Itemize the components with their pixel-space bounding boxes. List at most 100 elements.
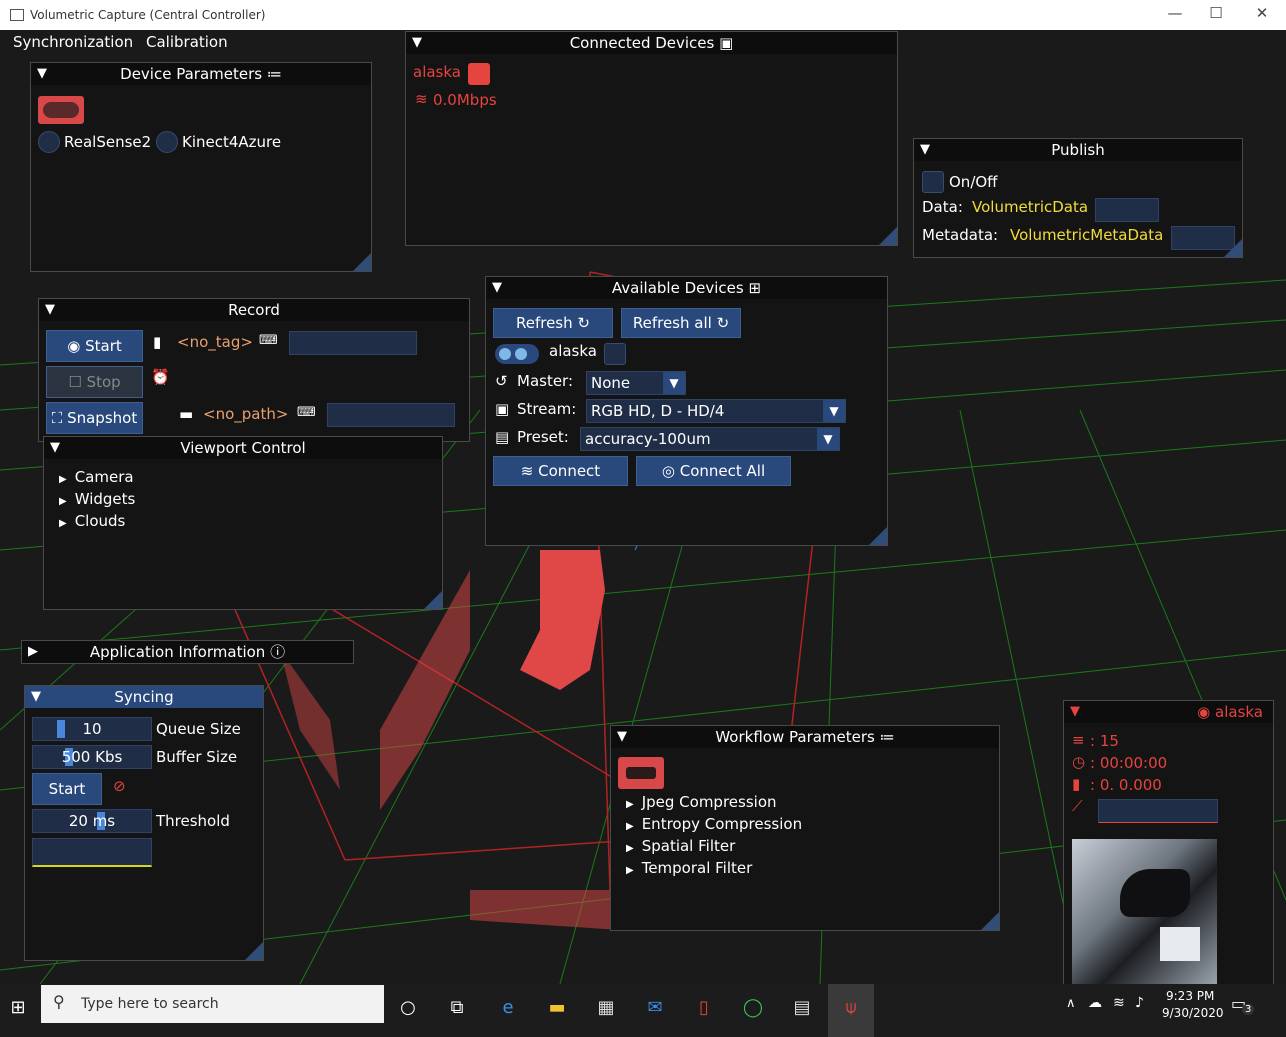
expand-arrow-icon[interactable]: ▶ bbox=[626, 821, 634, 832]
refresh-all-button[interactable]: Refresh all ↻ bbox=[621, 308, 741, 338]
app-window-icon[interactable]: ▤ bbox=[788, 994, 816, 1022]
record-stop-button[interactable]: ☐ Stop bbox=[46, 366, 143, 398]
tree-node-temporal-filter[interactable]: ▶ Temporal Filter bbox=[626, 859, 752, 877]
record-start-button[interactable]: ◉ Start bbox=[46, 330, 143, 362]
device-preview-titlebar[interactable]: ▼ ◉ alaska bbox=[1064, 701, 1273, 723]
stream-select[interactable]: RGB HD, D - HD/4 ▼ bbox=[586, 399, 846, 423]
application-information-titlebar[interactable]: ▶ Application Information ⓘ bbox=[22, 641, 353, 663]
resize-grip[interactable] bbox=[981, 912, 999, 930]
buffer-size-slider[interactable]: 500 Kbs bbox=[32, 745, 152, 769]
collapse-arrow-icon[interactable]: ▼ bbox=[37, 63, 47, 85]
available-devices-titlebar[interactable]: ▼ Available Devices ⊞ bbox=[486, 277, 887, 299]
publish-panel: ▼ Publish On/Off Data: VolumetricData Me… bbox=[913, 138, 1243, 258]
close-button[interactable]: ✕ bbox=[1242, 4, 1282, 22]
keyboard-icon[interactable]: ⌨ bbox=[259, 333, 278, 348]
record-titlebar[interactable]: ▼ Record bbox=[39, 299, 469, 321]
task-view-icon[interactable]: ⧉ bbox=[443, 994, 471, 1022]
office-icon[interactable]: ▯ bbox=[690, 994, 718, 1022]
application-information-panel[interactable]: ▶ Application Information ⓘ bbox=[21, 640, 354, 664]
queue-size-slider[interactable]: 10 bbox=[32, 717, 152, 741]
publish-toggle-checkbox[interactable] bbox=[922, 171, 944, 193]
data-input[interactable] bbox=[1095, 198, 1159, 222]
workflow-parameters-titlebar[interactable]: ▼ Workflow Parameters ≔ bbox=[611, 726, 999, 748]
resize-grip[interactable] bbox=[1224, 239, 1242, 257]
expand-arrow-icon[interactable]: ▶ bbox=[59, 474, 67, 485]
tree-node-spatial-filter[interactable]: ▶ Spatial Filter bbox=[626, 837, 735, 855]
file-explorer-icon[interactable]: ▬ bbox=[543, 994, 571, 1022]
menu-calibration[interactable]: Calibration bbox=[146, 33, 228, 51]
cloud-icon[interactable]: ☁ bbox=[1088, 995, 1102, 1011]
wifi-tray-icon[interactable]: ≋ bbox=[1113, 995, 1125, 1011]
expand-arrow-icon[interactable]: ▶ bbox=[626, 865, 634, 876]
connected-device-name[interactable]: alaska bbox=[413, 63, 461, 81]
connect-button[interactable]: ≋ Connect bbox=[493, 456, 628, 486]
edge-icon[interactable]: e bbox=[494, 994, 522, 1022]
dropdown-arrow-icon[interactable]: ▼ bbox=[817, 428, 839, 450]
taskbar-search-box[interactable]: ⚲ Type here to search bbox=[41, 985, 384, 1023]
preset-select[interactable]: accuracy-100um ▼ bbox=[580, 427, 840, 451]
device-select-checkbox[interactable] bbox=[604, 343, 626, 365]
minimize-button[interactable]: — bbox=[1155, 4, 1195, 22]
alarm-clock-icon[interactable]: ⏰ bbox=[151, 368, 170, 386]
snapshot-button[interactable]: ⛶ Snapshot bbox=[46, 402, 143, 434]
menu-synchronization[interactable]: Synchronization bbox=[13, 33, 133, 51]
resize-grip[interactable] bbox=[869, 527, 887, 545]
mail-icon[interactable]: ✉ bbox=[641, 994, 669, 1022]
slider-thumb[interactable] bbox=[57, 720, 65, 738]
radio-kinect4azure[interactable] bbox=[156, 131, 178, 153]
keyboard-icon[interactable]: ⌨ bbox=[297, 405, 316, 420]
info-icon[interactable]: ⓘ bbox=[270, 643, 285, 661]
device-toggle-switch[interactable] bbox=[495, 344, 539, 364]
connected-devices-titlebar[interactable]: ▼ Connected Devices ▣ bbox=[406, 32, 897, 54]
collapse-arrow-icon[interactable]: ▼ bbox=[492, 277, 502, 299]
dropdown-arrow-icon[interactable]: ▼ bbox=[823, 400, 845, 422]
resize-grip[interactable] bbox=[424, 591, 442, 609]
refresh-button[interactable]: Refresh ↻ bbox=[493, 308, 613, 338]
viewport-control-titlebar[interactable]: ▼ Viewport Control bbox=[44, 437, 442, 459]
syncing-start-button[interactable]: Start bbox=[32, 773, 102, 805]
tree-node-jpeg-compression[interactable]: ▶ Jpeg Compression bbox=[626, 793, 777, 811]
volume-icon[interactable]: ♪ bbox=[1135, 995, 1144, 1011]
whatsapp-icon[interactable]: ◯ bbox=[739, 994, 767, 1022]
clock-date[interactable]: 9/30/2020 bbox=[1162, 1006, 1224, 1020]
resize-grip[interactable] bbox=[245, 942, 263, 960]
master-select[interactable]: None ▼ bbox=[586, 371, 686, 395]
metadata-label: Metadata: bbox=[922, 226, 999, 244]
clock-time[interactable]: 9:23 PM bbox=[1166, 989, 1214, 1003]
publish-titlebar[interactable]: ▼ Publish bbox=[914, 139, 1242, 161]
collapse-arrow-icon[interactable]: ▼ bbox=[45, 299, 55, 321]
tag-input[interactable] bbox=[289, 331, 417, 355]
device-status-indicator[interactable] bbox=[468, 63, 490, 85]
volumetric-capture-icon[interactable]: ⍦ bbox=[837, 994, 865, 1022]
expand-arrow-icon[interactable]: ▶ bbox=[626, 843, 634, 854]
resize-grip[interactable] bbox=[879, 227, 897, 245]
store-icon[interactable]: ▦ bbox=[592, 994, 620, 1022]
collapse-arrow-icon[interactable]: ▼ bbox=[412, 32, 422, 54]
dropdown-arrow-icon[interactable]: ▼ bbox=[663, 372, 685, 394]
collapse-arrow-icon[interactable]: ▼ bbox=[920, 139, 930, 161]
maximize-button[interactable]: ☐ bbox=[1196, 4, 1236, 22]
collapse-arrow-icon[interactable]: ▼ bbox=[31, 686, 41, 708]
collapse-arrow-icon[interactable]: ▼ bbox=[50, 437, 60, 459]
expand-arrow-icon[interactable]: ▶ bbox=[59, 518, 67, 529]
tree-node-widgets[interactable]: ▶ Widgets bbox=[59, 490, 135, 508]
active-app-tile[interactable]: ⍦ bbox=[828, 984, 874, 1037]
device-parameters-titlebar[interactable]: ▼ Device Parameters ≔ bbox=[31, 63, 371, 85]
collapse-arrow-icon[interactable]: ▼ bbox=[1070, 701, 1080, 723]
expand-arrow-icon[interactable]: ▶ bbox=[626, 799, 634, 810]
tree-node-entropy-compression[interactable]: ▶ Entropy Compression bbox=[626, 815, 802, 833]
connect-all-button[interactable]: ◎ Connect All bbox=[636, 456, 791, 486]
collapse-arrow-icon[interactable]: ▼ bbox=[617, 726, 627, 748]
tray-chevron-icon[interactable]: ∧ bbox=[1066, 996, 1076, 1011]
windows-start-icon[interactable]: ⊞ bbox=[4, 994, 32, 1022]
expand-arrow-icon[interactable]: ▶ bbox=[59, 496, 67, 507]
path-input[interactable] bbox=[327, 403, 455, 427]
tree-node-camera[interactable]: ▶ Camera bbox=[59, 468, 134, 486]
tree-node-clouds[interactable]: ▶ Clouds bbox=[59, 512, 125, 530]
expand-arrow-icon[interactable]: ▶ bbox=[28, 641, 38, 663]
resize-grip[interactable] bbox=[353, 253, 371, 271]
threshold-slider[interactable]: 20 ms bbox=[32, 809, 152, 833]
radio-realsense2[interactable] bbox=[38, 131, 60, 153]
cortana-icon[interactable]: ○ bbox=[394, 994, 422, 1022]
syncing-titlebar[interactable]: ▼ Syncing bbox=[25, 686, 263, 708]
